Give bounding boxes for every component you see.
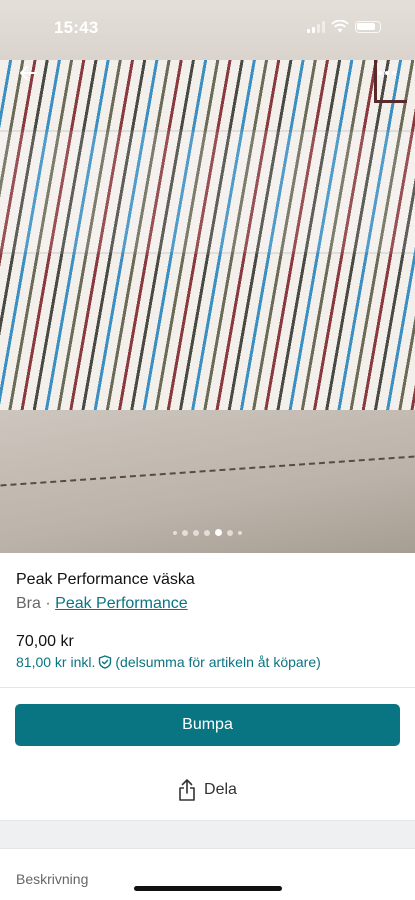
status-bar: 15:43 bbox=[0, 0, 415, 56]
item-price: 70,00 kr bbox=[16, 633, 74, 650]
shield-check-icon bbox=[99, 655, 112, 669]
brand-link[interactable]: Peak Performance bbox=[55, 595, 188, 612]
gallery-dot bbox=[204, 529, 210, 536]
price-incl-protection[interactable]: 81,00 kr inkl. (delsumma för artikeln åt… bbox=[16, 654, 321, 670]
more-options-button[interactable] bbox=[371, 58, 403, 88]
battery-icon bbox=[355, 20, 381, 33]
share-icon bbox=[179, 779, 195, 801]
home-indicator bbox=[134, 886, 282, 891]
arrow-left-icon bbox=[20, 66, 37, 80]
signal-icon bbox=[307, 20, 325, 33]
gallery-dot bbox=[182, 529, 188, 536]
item-meta: Bra · Peak Performance bbox=[16, 595, 188, 613]
more-dots-icon bbox=[378, 71, 396, 75]
bump-button[interactable]: Bumpa bbox=[15, 704, 400, 746]
divider bbox=[0, 687, 415, 688]
meta-separator: · bbox=[45, 595, 51, 612]
share-button[interactable]: Dela bbox=[0, 774, 415, 806]
gallery-dot-active bbox=[215, 529, 222, 536]
item-photo[interactable] bbox=[0, 0, 415, 553]
gallery-indicator bbox=[0, 529, 415, 536]
gallery-dot bbox=[173, 530, 177, 535]
gallery-dot bbox=[238, 530, 242, 535]
section-separator bbox=[0, 820, 415, 849]
price-incl-value: 81,00 kr inkl. bbox=[16, 654, 96, 670]
share-label: Dela bbox=[204, 781, 237, 798]
item-condition: Bra bbox=[16, 595, 41, 612]
price-incl-note: (delsumma för artikeln åt köpare) bbox=[115, 654, 321, 670]
lining-fold bbox=[0, 130, 415, 254]
back-button[interactable] bbox=[12, 58, 44, 88]
gallery-dot bbox=[227, 529, 233, 536]
gallery-dot bbox=[193, 529, 199, 536]
status-time: 15:43 bbox=[54, 18, 99, 37]
item-title: Peak Performance väska bbox=[16, 571, 195, 588]
status-icons bbox=[307, 20, 381, 33]
description-heading: Beskrivning bbox=[16, 871, 89, 887]
wifi-icon bbox=[331, 20, 349, 33]
